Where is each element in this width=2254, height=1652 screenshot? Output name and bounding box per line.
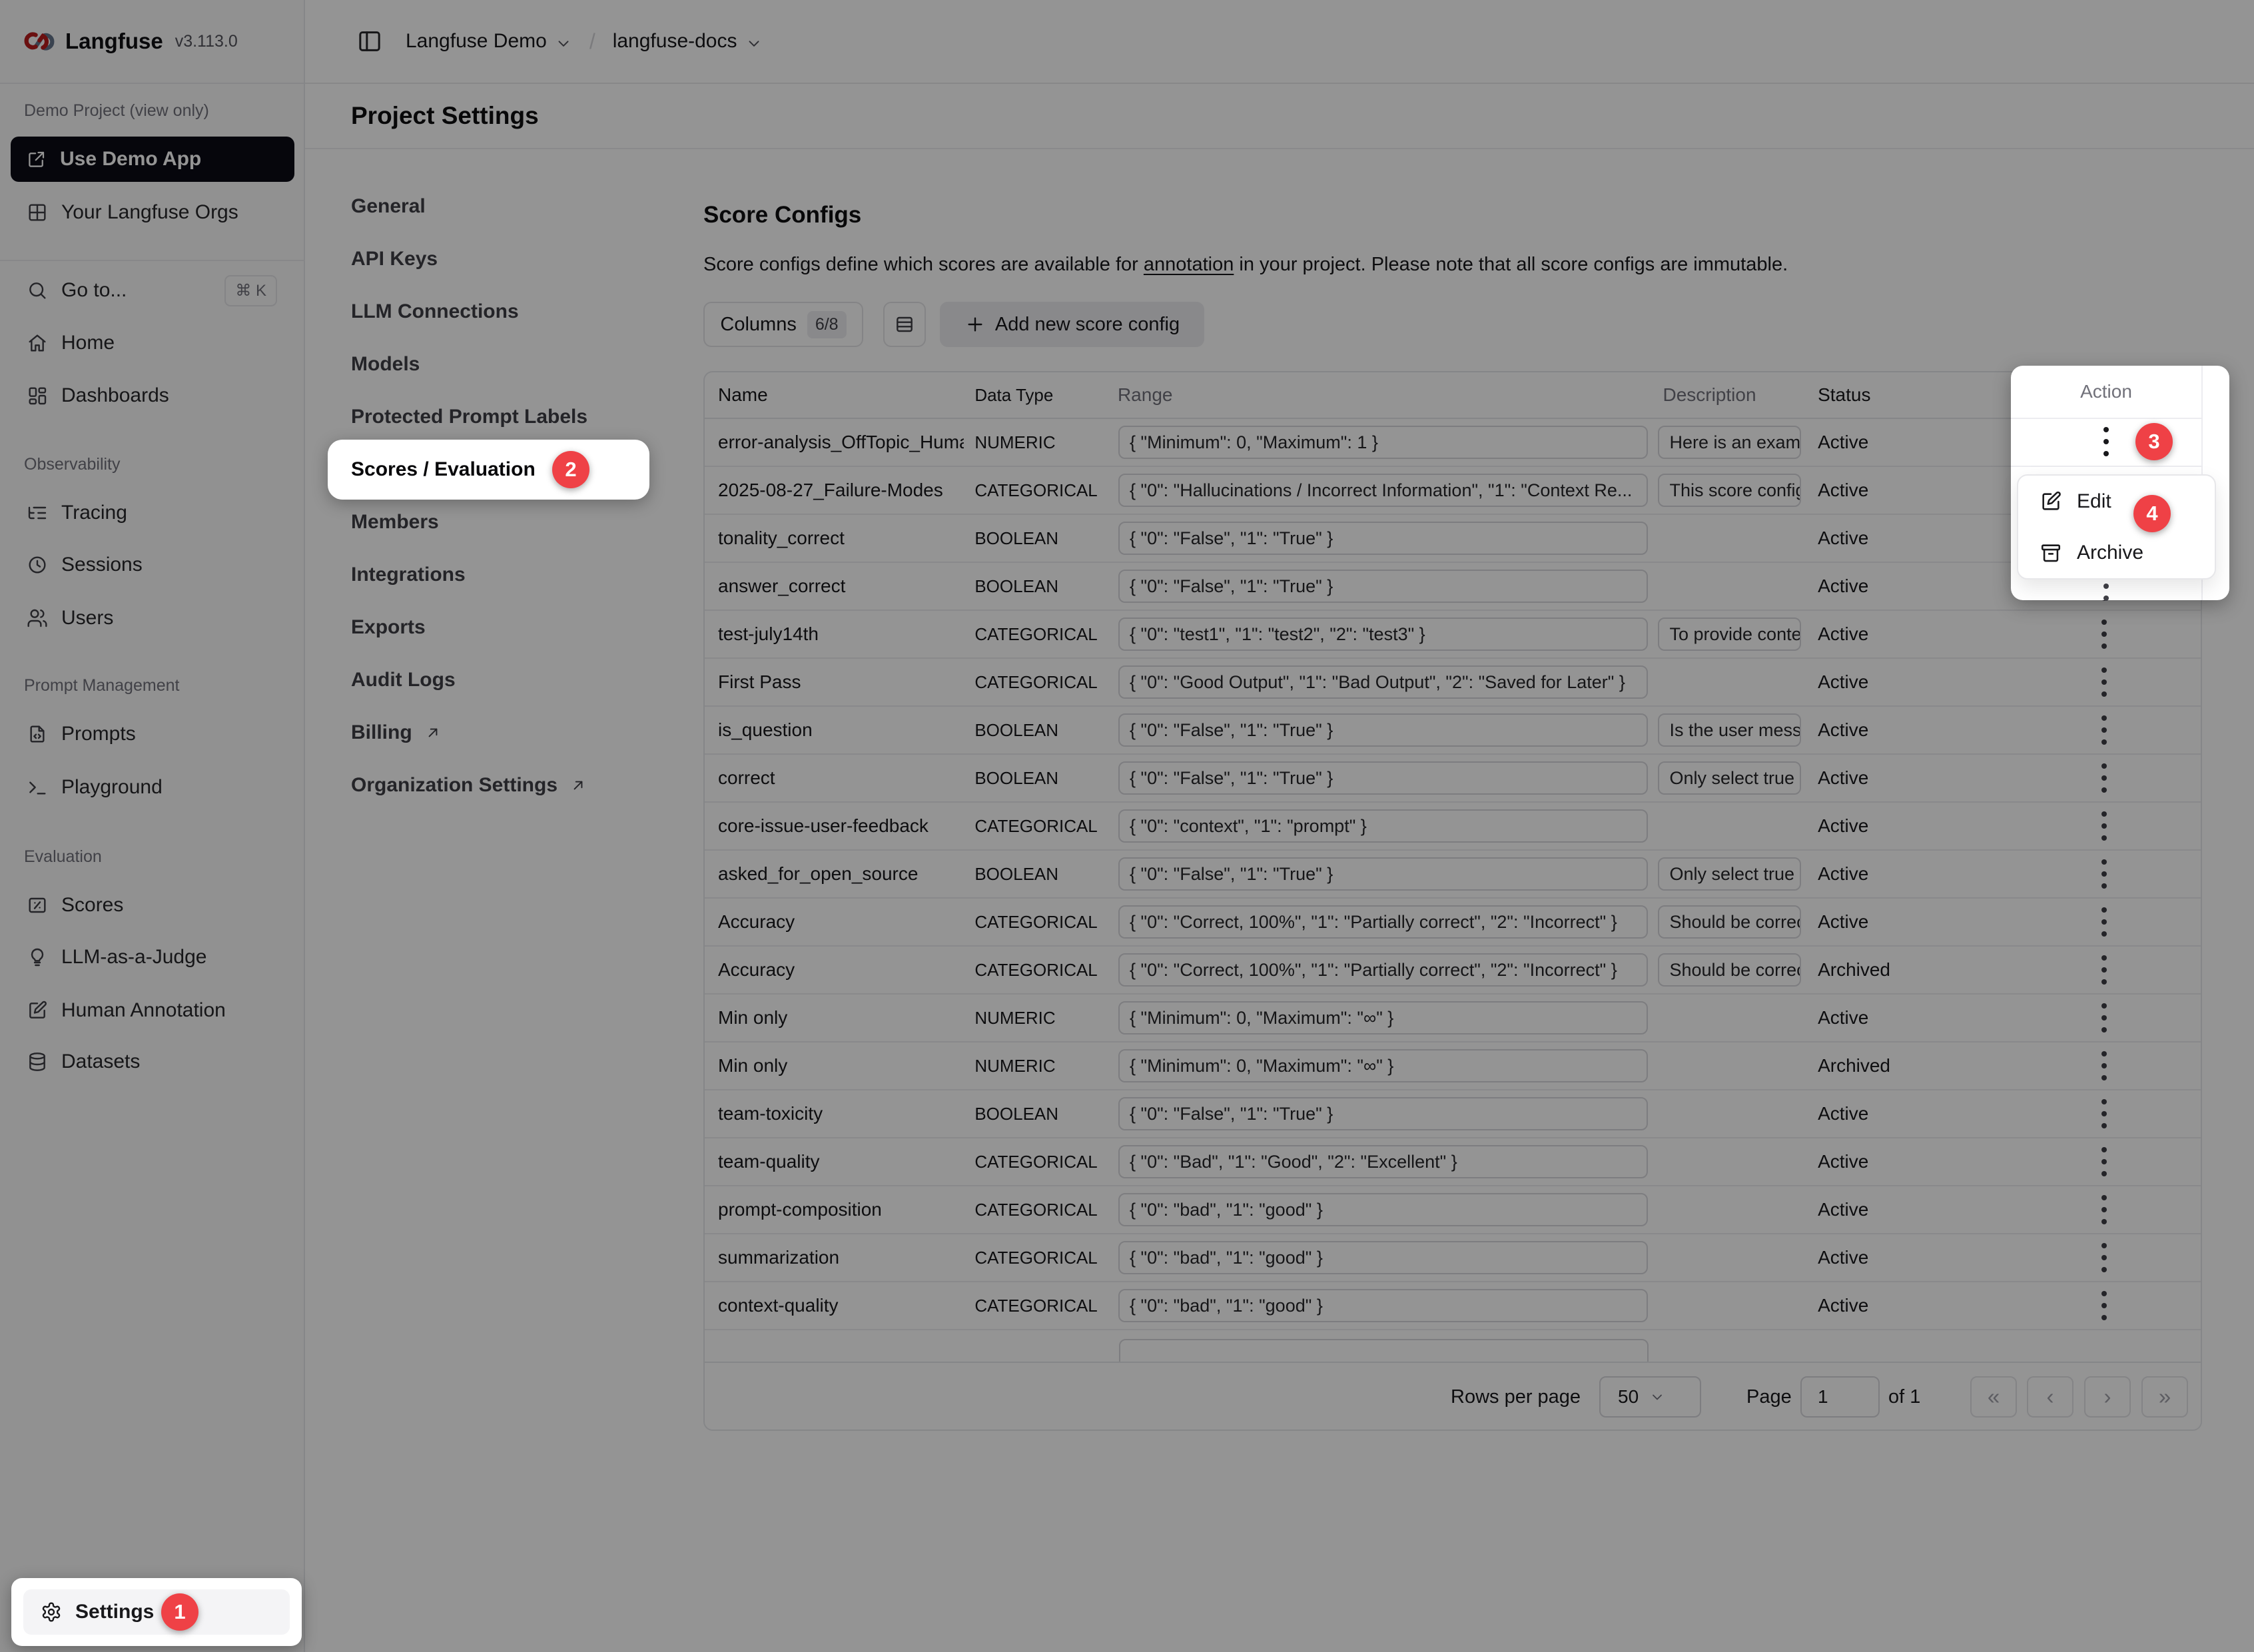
step-badge-2: 2 [552,451,589,488]
action-column-spotlight: Action 3 Edit Archive 4 [2011,366,2229,600]
row-divider [2011,466,2201,467]
step-badge-3: 3 [2135,423,2173,460]
settings-nav-item-scores-evaluation[interactable]: Scores / Evaluation 2 [328,440,649,500]
app-window: Langfuse v3.113.0 Demo Project (view onl… [0,0,2254,1652]
menu-item-archive[interactable]: Archive [2018,527,2215,578]
row-actions-menu: Edit Archive [2017,474,2216,580]
archive-icon [2040,542,2062,564]
edit-icon [2040,490,2062,513]
menu-item-edit[interactable]: Edit [2018,476,2215,527]
tutorial-dim-overlay [0,0,2254,1652]
col-header-action-highlight: Action [2011,366,2201,418]
kebab-icon [2102,424,2110,459]
header-divider [2011,418,2201,419]
row-actions-kebab-button[interactable] [2086,423,2126,460]
gear-icon [41,1601,62,1623]
sidebar-item-settings[interactable]: Settings 1 [23,1589,290,1635]
step-badge-4: 4 [2133,495,2171,532]
step-badge-1: 1 [161,1593,198,1631]
settings-spotlight: Settings 1 [11,1578,302,1646]
